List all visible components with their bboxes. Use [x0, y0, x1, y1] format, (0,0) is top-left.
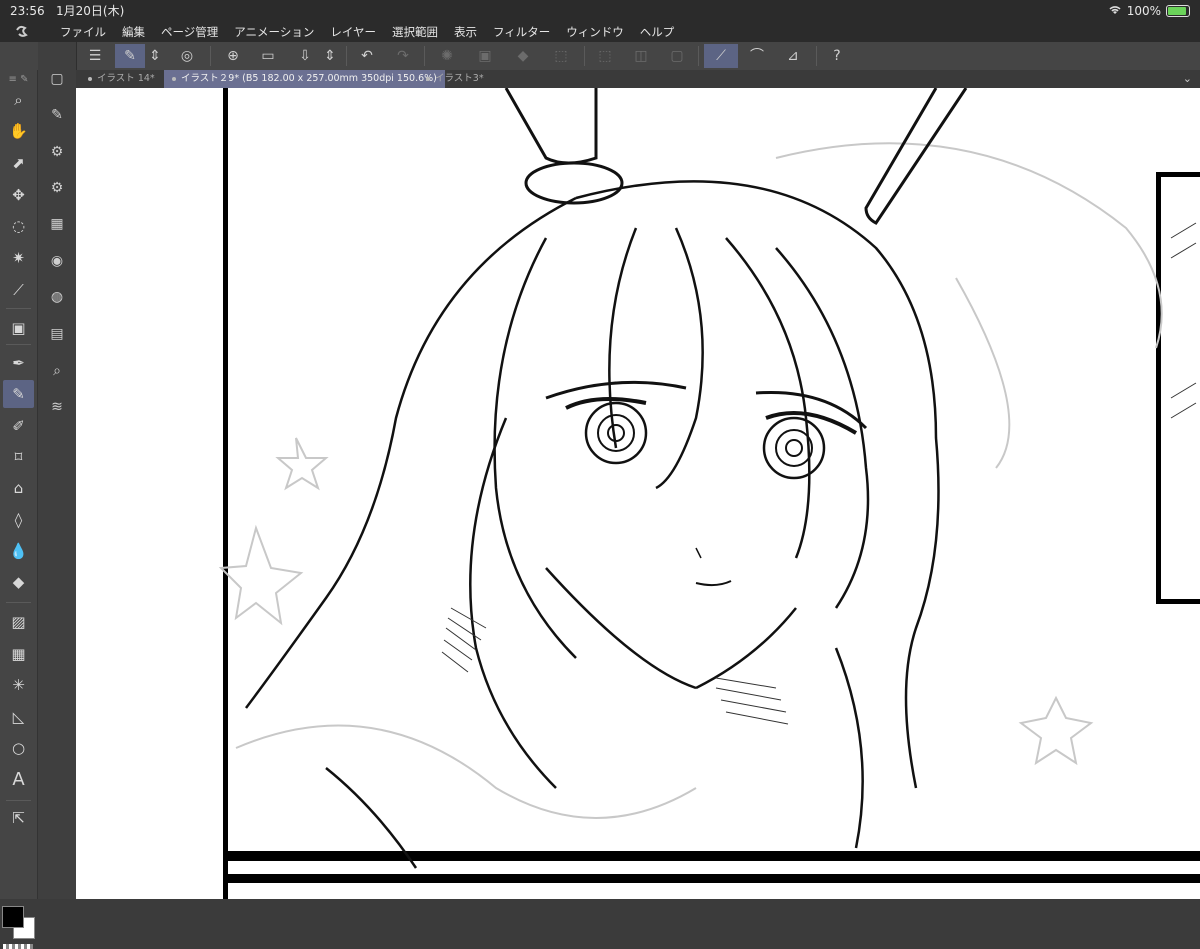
material-icon[interactable]: ▦ [44, 211, 70, 237]
clock: 23:56 [10, 4, 45, 18]
layer-props-icon[interactable]: ▢ [44, 66, 70, 92]
redo-icon[interactable]: ↷ [388, 44, 418, 68]
battery-percent: 100% [1126, 4, 1161, 18]
undo-icon[interactable]: ↶ [352, 44, 382, 68]
chevron-down-icon[interactable]: ⌄ [1183, 70, 1192, 88]
pen-icon[interactable]: ✒ [3, 349, 34, 377]
loading-icon[interactable]: ✺ [432, 44, 462, 68]
tool-props-icon[interactable]: ⚙ [44, 175, 70, 201]
up-down-icon[interactable]: ⇕ [145, 44, 165, 68]
move-icon[interactable]: ✥ [3, 181, 34, 209]
hand-icon[interactable]: ✋ [3, 117, 34, 145]
menu-item-1[interactable]: 編集 [114, 22, 153, 42]
image-icon[interactable]: ▣ [3, 314, 34, 342]
magic-wand-icon[interactable]: ✷ [3, 244, 34, 272]
gradient-icon[interactable]: ▨ [3, 608, 34, 636]
sub-tool-icon[interactable]: ✎ [44, 102, 70, 128]
app-logo-icon[interactable] [12, 22, 32, 42]
eyedropper-icon[interactable]: ⟋ [3, 276, 34, 304]
text-icon[interactable]: A [3, 766, 34, 794]
history-icon[interactable]: ◍ [44, 284, 70, 310]
operation-icon[interactable]: ⬈ [3, 149, 34, 177]
status-bar: 23:56 1月20日(木) 100% [0, 0, 1200, 22]
lasso-icon[interactable]: ◌ [3, 212, 34, 240]
layers-icon[interactable]: ≋ [44, 394, 70, 420]
animation-icon[interactable]: ▤ [44, 321, 70, 347]
border-icon[interactable]: ▢ [662, 44, 692, 68]
eraser-icon[interactable]: ◊ [3, 506, 34, 534]
frame-icon[interactable]: ▦ [3, 640, 34, 668]
menu-item-3[interactable]: アニメーション [226, 22, 322, 42]
command-bar: ☰ ✎ ⇕ ◎ ⊕ ▭ ⇩ ⇕ ↶ ↷ ✺ ▣ ◆ ⬚ ⬚ ◫ ▢ ⟋ ⌒ ⊿ … [0, 42, 1200, 71]
color-icon[interactable]: ◉ [44, 248, 70, 274]
sub-tool-detail-icon[interactable]: ⚙ [44, 139, 70, 165]
zoom-icon[interactable]: ⌕ [3, 86, 34, 114]
wifi-icon [1108, 0, 1122, 22]
decoration-icon[interactable]: ⌂ [3, 474, 34, 502]
tab-illust-14[interactable]: イラスト 14* [80, 70, 163, 88]
transparent-color-swatch[interactable] [3, 944, 33, 949]
menu-item-8[interactable]: ウィンドウ [558, 22, 632, 42]
menu-item-2[interactable]: ページ管理 [153, 22, 226, 42]
pencil-icon[interactable]: ✎ [3, 380, 34, 408]
transform-icon[interactable]: ⬚ [546, 44, 576, 68]
sub-palette-bar: ▢ ✎ ⚙ ⚙ ▦ ◉ ◍ ▤ ⌕ ≋ [38, 42, 77, 899]
tab-illust-3[interactable]: イラスト3* [418, 70, 492, 88]
menu-bar: ファイル 編集 ページ管理 アニメーション レイヤー 選択範囲 表示 フィルター ウィンドウ ヘル… [0, 22, 1200, 42]
blend-icon[interactable]: 💧 [3, 537, 34, 565]
edit-icon[interactable]: ✎ [115, 44, 145, 68]
main-color-swatch[interactable] [2, 906, 24, 928]
menu-item-0[interactable]: ファイル [52, 22, 114, 42]
manga-artwork [218, 88, 1200, 899]
clear-icon[interactable]: ▣ [470, 44, 500, 68]
tab-illust-29[interactable]: イラスト２9* (B5 182.00 x 257.00mm 350dpi 150… [164, 70, 445, 88]
snap-special-icon[interactable]: ⌒ [742, 44, 772, 68]
menu-item-9[interactable]: ヘルプ [632, 22, 683, 42]
drawing-canvas[interactable] [76, 88, 1200, 899]
snap-ruler-icon[interactable]: ⟋ [704, 44, 738, 68]
airbrush-icon[interactable]: ⌑ [3, 443, 34, 471]
date: 1月20日(木) [56, 4, 125, 18]
selection-icon[interactable]: ⬚ [590, 44, 620, 68]
figure-icon[interactable]: ◺ [3, 703, 34, 731]
layer-search-icon[interactable]: ⌕ [44, 358, 70, 384]
tool-palette: ≡ ✎ ⌕ ✋ ⬈ ✥ ◌ ✷ ⟋ ▣ ✒ ✎ ✐ ⌑ ⌂ ◊ 💧 ◆ ▨ ▦ … [0, 70, 38, 949]
brush-icon[interactable]: ✐ [3, 412, 34, 440]
up-down-icon-2[interactable]: ⇕ [320, 44, 340, 68]
menu-item-7[interactable]: フィルター [485, 22, 558, 42]
balloon-icon[interactable]: ○ [3, 734, 34, 762]
new-file-icon[interactable]: ⊕ [218, 44, 248, 68]
menu-item-5[interactable]: 選択範囲 [384, 22, 446, 42]
fill-icon-tool[interactable]: ◆ [3, 568, 34, 596]
ruler-icon[interactable]: ✳ [3, 671, 34, 699]
snap-grid-icon[interactable]: ⊿ [778, 44, 808, 68]
save-icon[interactable]: ⇩ [290, 44, 320, 68]
battery-charging-icon [1166, 5, 1190, 17]
menu-item-4[interactable]: レイヤー [322, 22, 384, 42]
fill-icon[interactable]: ◆ [508, 44, 538, 68]
help-icon[interactable]: ? [822, 44, 852, 68]
menu-icon[interactable]: ☰ [80, 44, 110, 68]
correct-line-icon[interactable]: ⇱ [3, 804, 34, 832]
menu-item-6[interactable]: 表示 [446, 22, 485, 42]
document-tabs: イラスト 14* イラスト２9* (B5 182.00 x 257.00mm 3… [76, 70, 1200, 88]
open-icon[interactable]: ▭ [253, 44, 283, 68]
spiral-icon[interactable]: ◎ [172, 44, 202, 68]
invert-icon[interactable]: ◫ [626, 44, 656, 68]
